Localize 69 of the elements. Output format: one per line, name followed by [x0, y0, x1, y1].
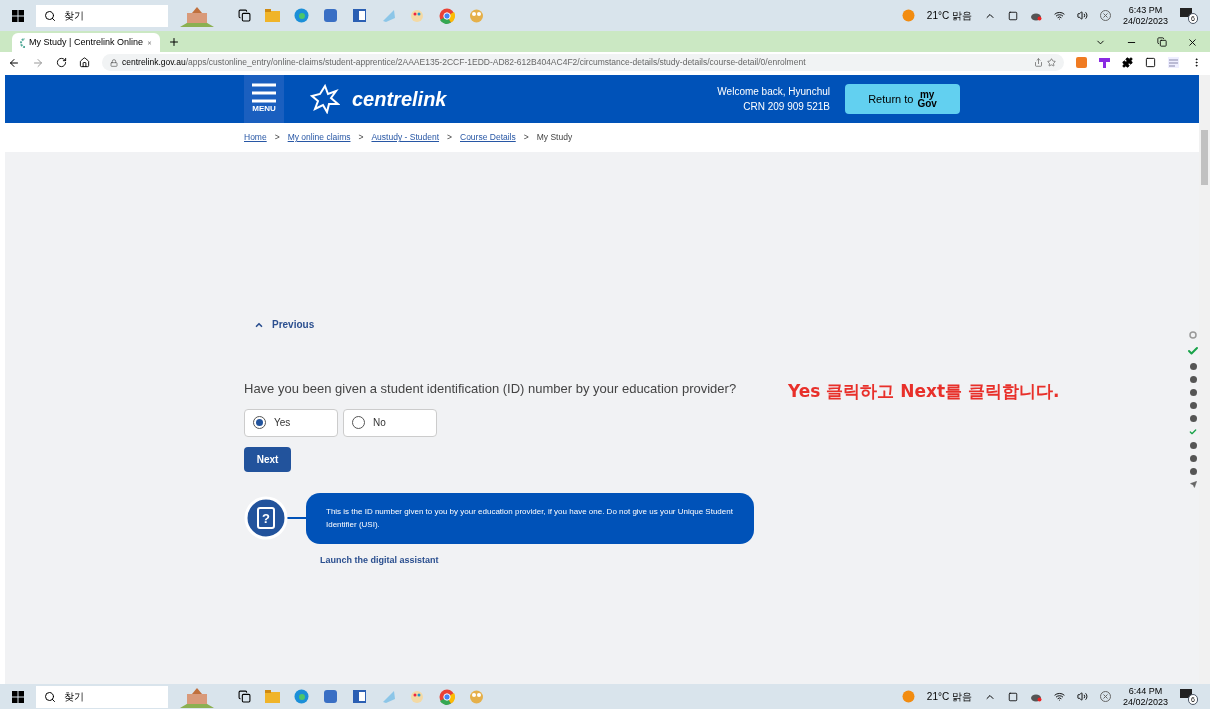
home-icon[interactable] [79, 57, 90, 68]
restore-icon[interactable] [1157, 37, 1167, 47]
new-tab-icon[interactable] [168, 36, 180, 48]
browser-icon[interactable] [294, 8, 309, 23]
clock-date: 24/02/2023 [1122, 15, 1168, 27]
app-icon[interactable] [323, 8, 338, 23]
radio-option[interactable]: Yes [244, 408, 338, 437]
annotation-text: Yes 클릭하고 Next를 클릭합니다. [788, 380, 1060, 403]
weather-text: 21°C 맑음 [926, 690, 972, 704]
side-panel-icon[interactable] [1145, 57, 1156, 68]
weather-sun-icon [901, 690, 915, 703]
clock-date: 24/02/2023 [1122, 696, 1168, 708]
tray-app-icon[interactable] [1007, 691, 1018, 702]
document-icon[interactable] [352, 689, 367, 704]
breadcrumb-link[interactable]: My online claims [287, 131, 351, 144]
search-icon [44, 690, 56, 703]
back-icon[interactable] [8, 56, 20, 69]
wifi-icon[interactable] [1053, 10, 1065, 21]
close-window-icon[interactable] [1187, 37, 1198, 48]
breadcrumb-separator: > [274, 131, 280, 144]
circle-x-icon[interactable] [1099, 691, 1111, 702]
weather-sun-icon [901, 9, 915, 22]
centrelink-logo: centrelink [352, 87, 447, 112]
breadcrumb-separator: > [447, 131, 452, 144]
taskbar-search-field[interactable]: 찾기 [36, 4, 168, 27]
wifi-icon[interactable] [1053, 691, 1065, 702]
taskbar-search-field[interactable]: 찾기 [36, 685, 168, 708]
chrome-icon[interactable] [439, 688, 455, 705]
task-view-icon[interactable] [238, 690, 251, 703]
windows-start-icon[interactable] [12, 690, 24, 703]
browser-icon[interactable] [294, 689, 309, 704]
menu-button[interactable]: MENU [244, 75, 284, 123]
previous-link[interactable]: Previous [254, 317, 1199, 332]
breadcrumb-link[interactable]: Home [244, 131, 267, 144]
circle-x-icon[interactable] [1099, 10, 1111, 21]
crn-text: CRN 209 909 521B [743, 100, 830, 114]
breadcrumb-link[interactable]: Course Details [460, 131, 516, 144]
radio-option[interactable]: No [343, 408, 437, 437]
help-speech-bubble: This is the ID number given to you by your education provider, if you have one. Do not give us your Unique Student Identifier (USI). [306, 492, 754, 544]
browser-tab[interactable]: My Study | Centrelink Online [12, 33, 160, 52]
weather-text: 21°C 맑음 [926, 9, 972, 23]
breadcrumb-link[interactable]: Austudy - Student [371, 131, 440, 144]
breadcrumb-separator: > [358, 131, 364, 144]
help-book-icon: ? [244, 496, 288, 540]
welcome-text: Welcome back, Hyunchul [717, 85, 830, 99]
windows-start-icon[interactable] [12, 9, 24, 22]
tray-app-icon[interactable] [1007, 10, 1018, 21]
app-icon[interactable] [323, 689, 338, 704]
document-icon[interactable] [352, 8, 367, 23]
speaker-icon[interactable] [1076, 691, 1088, 702]
speaker-icon[interactable] [1076, 10, 1088, 21]
clock-time: 6:44 PM [1128, 685, 1163, 697]
search-placeholder: 찾기 [64, 690, 84, 704]
next-button[interactable]: Next [244, 446, 291, 472]
chrome-icon[interactable] [439, 7, 455, 24]
reload-icon[interactable] [56, 57, 67, 68]
menu-icon [252, 83, 276, 103]
search-icon [44, 9, 56, 22]
address-bar[interactable]: centrelink.gov.au/apps/custonline_entry/online-claims/student-apprentice/2AAAE135-2CCF-1EDD-AD82-612B404AC4F2/circumstance-details/study-details/course-detail/0/enrolment [102, 54, 1064, 71]
breadcrumb-current: My Study [536, 131, 573, 144]
question-text: Have you been given a student identification (ID) number by your education provider? [244, 380, 737, 398]
task-view-icon[interactable] [238, 9, 251, 22]
extension-icon[interactable] [1099, 57, 1110, 68]
search-placeholder: 찾기 [64, 9, 84, 23]
scrollbar[interactable] [1199, 75, 1210, 684]
breadcrumb-separator: > [523, 131, 529, 144]
digital-assistant-link[interactable]: Launch the digital assistant [320, 553, 1199, 567]
clock-time: 6:43 PM [1128, 4, 1163, 16]
extensions-icon[interactable] [1122, 57, 1133, 68]
